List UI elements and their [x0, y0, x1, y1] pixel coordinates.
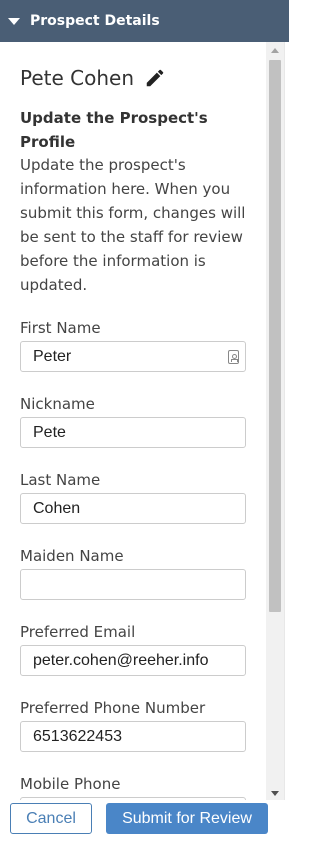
contact-card-icon[interactable] — [228, 350, 239, 364]
caret-down-icon[interactable] — [8, 17, 20, 25]
scroll-up-arrow-icon[interactable] — [271, 48, 279, 53]
scroll-down-arrow-icon[interactable] — [271, 791, 279, 796]
preferred-phone-label: Preferred Phone Number — [20, 699, 206, 717]
header-title: Prospect Details — [30, 13, 160, 29]
prospect-name-row: Pete Cohen — [20, 66, 166, 90]
preferred-email-input[interactable]: peter.cohen@reeher.info — [20, 645, 246, 676]
form-footer: Cancel Submit for Review — [0, 800, 289, 842]
first-name-label: First Name — [20, 319, 101, 337]
panel-divider — [284, 42, 285, 800]
pencil-icon[interactable] — [144, 67, 166, 89]
last-name-value: Cohen — [33, 499, 81, 517]
prospect-form-panel: Pete Cohen Update the Prospect's Profile… — [0, 42, 289, 800]
preferred-phone-input[interactable]: 6513622453 — [20, 721, 246, 752]
nickname-label: Nickname — [20, 395, 95, 413]
maiden-name-label: Maiden Name — [20, 547, 124, 565]
mobile-phone-label: Mobile Phone — [20, 775, 121, 793]
section-title: Update the Prospect's Profile — [20, 109, 208, 151]
nickname-value: Pete — [33, 423, 66, 441]
preferred-phone-value: 6513622453 — [33, 727, 122, 745]
prospect-name: Pete Cohen — [20, 66, 135, 90]
preferred-email-value: peter.cohen@reeher.info — [33, 651, 209, 669]
submit-for-review-button[interactable]: Submit for Review — [106, 803, 268, 834]
scrollbar-thumb[interactable] — [269, 60, 281, 612]
nickname-input[interactable]: Pete — [20, 417, 246, 448]
cancel-button[interactable]: Cancel — [10, 803, 92, 834]
preferred-email-label: Preferred Email — [20, 623, 136, 641]
first-name-input[interactable]: Peter — [20, 341, 246, 372]
section-description: Update the prospect's information here. … — [20, 156, 246, 294]
vertical-scrollbar[interactable] — [266, 42, 284, 800]
prospect-details-header[interactable]: Prospect Details — [0, 0, 289, 42]
last-name-input[interactable]: Cohen — [20, 493, 246, 524]
maiden-name-input[interactable] — [20, 569, 246, 600]
last-name-label: Last Name — [20, 471, 101, 489]
first-name-value: Peter — [33, 347, 72, 365]
